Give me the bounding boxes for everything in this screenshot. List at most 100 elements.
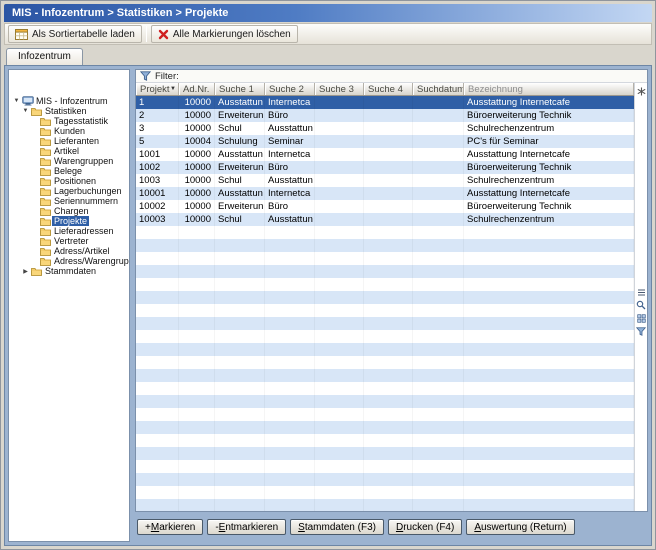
- grid-cell: [464, 382, 634, 395]
- grid-cell: [179, 421, 215, 434]
- grid-row[interactable]: 1000310000SchulAusstattunSchulrechenzent…: [136, 213, 634, 226]
- tree-item-lieferanten[interactable]: Lieferanten: [9, 136, 129, 146]
- load-sort-table-button[interactable]: Als Sortiertabelle laden: [8, 25, 142, 43]
- column-header-ad-nr[interactable]: Ad.Nr.: [179, 83, 215, 95]
- grid-cell: [179, 291, 215, 304]
- grid-row[interactable]: 510004SchulungSeminarPC's für Seminar: [136, 135, 634, 148]
- tree-item-mis-infozentrum[interactable]: ▼MIS - Infozentrum: [9, 96, 129, 106]
- grid-filler-row: [136, 265, 634, 278]
- grid-filler-row: [136, 486, 634, 499]
- tree-item-positionen[interactable]: Positionen: [9, 176, 129, 186]
- grid-row[interactable]: 100310000SchulAusstattunSchulrechenzentr…: [136, 174, 634, 187]
- grid-cell: [136, 369, 179, 382]
- column-header-suche-3[interactable]: Suche 3: [315, 83, 364, 95]
- tree-item-adress-warengruppen[interactable]: Adress/Warengruppen: [9, 256, 129, 266]
- tree-item-chargen[interactable]: Chargen: [9, 206, 129, 216]
- grid-cell: Ausstattun: [265, 122, 315, 135]
- grid-cell: [215, 499, 265, 511]
- master-data-button[interactable]: Stammdaten (F3): [290, 519, 384, 535]
- grid-cell: [364, 174, 413, 187]
- tree-item-seriennummern[interactable]: Seriennummern: [9, 196, 129, 206]
- grid-cell: [265, 330, 315, 343]
- evaluate-button[interactable]: Auswertung (Return): [466, 519, 574, 535]
- tree-item-kunden[interactable]: Kunden: [9, 126, 129, 136]
- grid-cell: [215, 382, 265, 395]
- grid-cell: [364, 213, 413, 226]
- grid-cell: [265, 395, 315, 408]
- grid-cell: [364, 226, 413, 239]
- column-header-bezeichnung[interactable]: Bezeichnung: [464, 83, 634, 95]
- tree-item-lieferadressen[interactable]: Lieferadressen: [9, 226, 129, 236]
- folder-icon: [30, 267, 43, 276]
- grid-cell: [413, 356, 464, 369]
- tree-collapsed-arrow-icon[interactable]: ▶: [21, 268, 30, 275]
- tree-expanded-arrow-icon[interactable]: ▼: [21, 108, 30, 114]
- grid-cell: [265, 434, 315, 447]
- grid-cell: Büro: [265, 200, 315, 213]
- grid-cell: [364, 109, 413, 122]
- column-header-suchdatum[interactable]: Suchdatum: [413, 83, 464, 95]
- column-header-suche-4[interactable]: Suche 4: [364, 83, 413, 95]
- grid-row[interactable]: 100210000ErweiterunBüroBüroerweiterung T…: [136, 161, 634, 174]
- column-header-label: Suche 4: [368, 84, 403, 95]
- print-button[interactable]: Drucken (F4): [388, 519, 462, 535]
- column-header-suche-1[interactable]: Suche 1: [215, 83, 265, 95]
- grid-cell: [364, 395, 413, 408]
- grid-cell: [265, 473, 315, 486]
- tree-item-lagerbuchungen[interactable]: Lagerbuchungen: [9, 186, 129, 196]
- column-config-button[interactable]: [635, 85, 647, 97]
- tree-item-projekte[interactable]: Projekte: [9, 216, 129, 226]
- clear-markings-button[interactable]: Alle Markierungen löschen: [151, 25, 298, 43]
- grid-row[interactable]: 1000210000ErweiterunBüroBüroerweiterung …: [136, 200, 634, 213]
- column-header-label: Suche 3: [319, 84, 354, 95]
- grid-cell: [364, 330, 413, 343]
- grid-cell: [413, 421, 464, 434]
- grid-cell: 10004: [179, 135, 215, 148]
- computer-icon: [21, 96, 34, 106]
- grid-filler-row: [136, 356, 634, 369]
- column-header-suche-2[interactable]: Suche 2: [265, 83, 315, 95]
- grid-row[interactable]: 310000SchulAusstattunSchulrechenzentrum: [136, 122, 634, 135]
- grid-cell: [464, 395, 634, 408]
- grid-row[interactable]: 210000ErweiterunBüroBüroerweiterung Tech…: [136, 109, 634, 122]
- column-header-label: Suche 1: [219, 84, 254, 95]
- grid-cell: [315, 460, 364, 473]
- tree-item-adress-artikel[interactable]: Adress/Artikel: [9, 246, 129, 256]
- grid-row[interactable]: 100110000AusstattunInternetcaAusstattung…: [136, 148, 634, 161]
- unmark-button[interactable]: - Entmarkieren: [207, 519, 286, 535]
- tree-item-tagesstatistik[interactable]: Tagesstatistik: [9, 116, 129, 126]
- grid-cell: [265, 369, 315, 382]
- tree-item-statistiken[interactable]: ▼ Statistiken: [9, 106, 129, 116]
- grid-cell: [136, 278, 179, 291]
- magnifier-icon: [636, 300, 646, 310]
- grid-row[interactable]: 110000AusstattunInternetcaAusstattung In…: [136, 96, 634, 109]
- grid-cell: [179, 252, 215, 265]
- tree-item-label: Statistiken: [43, 106, 89, 116]
- tree-item-vertreter[interactable]: Vertreter: [9, 236, 129, 246]
- grid-cell: [413, 226, 464, 239]
- tree-item-artikel[interactable]: Artikel: [9, 146, 129, 156]
- grid-cell: [179, 499, 215, 511]
- grid-cell: [265, 343, 315, 356]
- grid-cell: Schulrechenzentrum: [464, 174, 634, 187]
- tree-expanded-arrow-icon[interactable]: ▼: [12, 98, 21, 104]
- grid-cell: [215, 369, 265, 382]
- filter-tool-button[interactable]: [635, 325, 647, 337]
- grid-cell: [364, 447, 413, 460]
- column-header-projekt[interactable]: Projekt▼: [136, 83, 179, 95]
- grid-cell: [364, 499, 413, 511]
- tab-infozentrum[interactable]: Infozentrum: [6, 48, 83, 65]
- grid-cell: Schul: [215, 213, 265, 226]
- tree-item-belege[interactable]: Belege: [9, 166, 129, 176]
- grid-row[interactable]: 1000110000AusstattunInternetcaAusstattun…: [136, 187, 634, 200]
- grid-cell: PC's für Seminar: [464, 135, 634, 148]
- grid-tool-button[interactable]: [635, 312, 647, 324]
- folder-icon: [39, 157, 52, 166]
- search-tool-button[interactable]: [635, 299, 647, 311]
- tree-item-warengruppen[interactable]: Warengruppen: [9, 156, 129, 166]
- grid-cell: [315, 499, 364, 511]
- tree-item-stammdaten[interactable]: ▶Stammdaten: [9, 266, 129, 276]
- grid-cell: [215, 408, 265, 421]
- mark-button[interactable]: + Markieren: [137, 519, 203, 535]
- rows-tool-button[interactable]: [635, 286, 647, 298]
